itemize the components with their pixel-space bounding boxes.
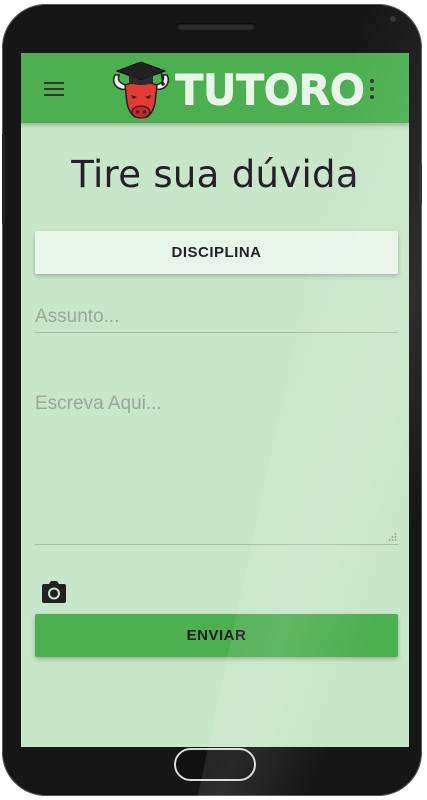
send-button[interactable]: ENVIAR: [35, 614, 398, 657]
discipline-button[interactable]: DISCIPLINA: [35, 231, 398, 274]
page-title: Tire sua dúvida: [71, 153, 359, 196]
app-screen: TUTORO Tire sua dúvida DISCIPLINA Assunt…: [21, 53, 409, 747]
bull-graduation-cap-icon: [113, 61, 169, 119]
app-logo: TUTORO: [109, 59, 365, 119]
phone-home-button[interactable]: [174, 748, 256, 781]
phone-speaker: [177, 23, 255, 30]
hamburger-menu-icon[interactable]: [41, 77, 67, 99]
logo-wordmark: TUTORO: [175, 65, 365, 114]
phone-side-button: [419, 164, 422, 204]
phone-front-camera: [390, 16, 396, 22]
phone-side-button: [2, 134, 5, 224]
camera-icon[interactable]: [41, 580, 67, 604]
app-bar: TUTORO: [21, 53, 409, 123]
subject-input[interactable]: [35, 301, 398, 333]
resize-grip-icon[interactable]: [387, 532, 397, 542]
question-textarea[interactable]: [35, 393, 398, 545]
phone-frame: TUTORO Tire sua dúvida DISCIPLINA Assunt…: [2, 4, 422, 796]
more-vert-icon[interactable]: [365, 77, 379, 101]
